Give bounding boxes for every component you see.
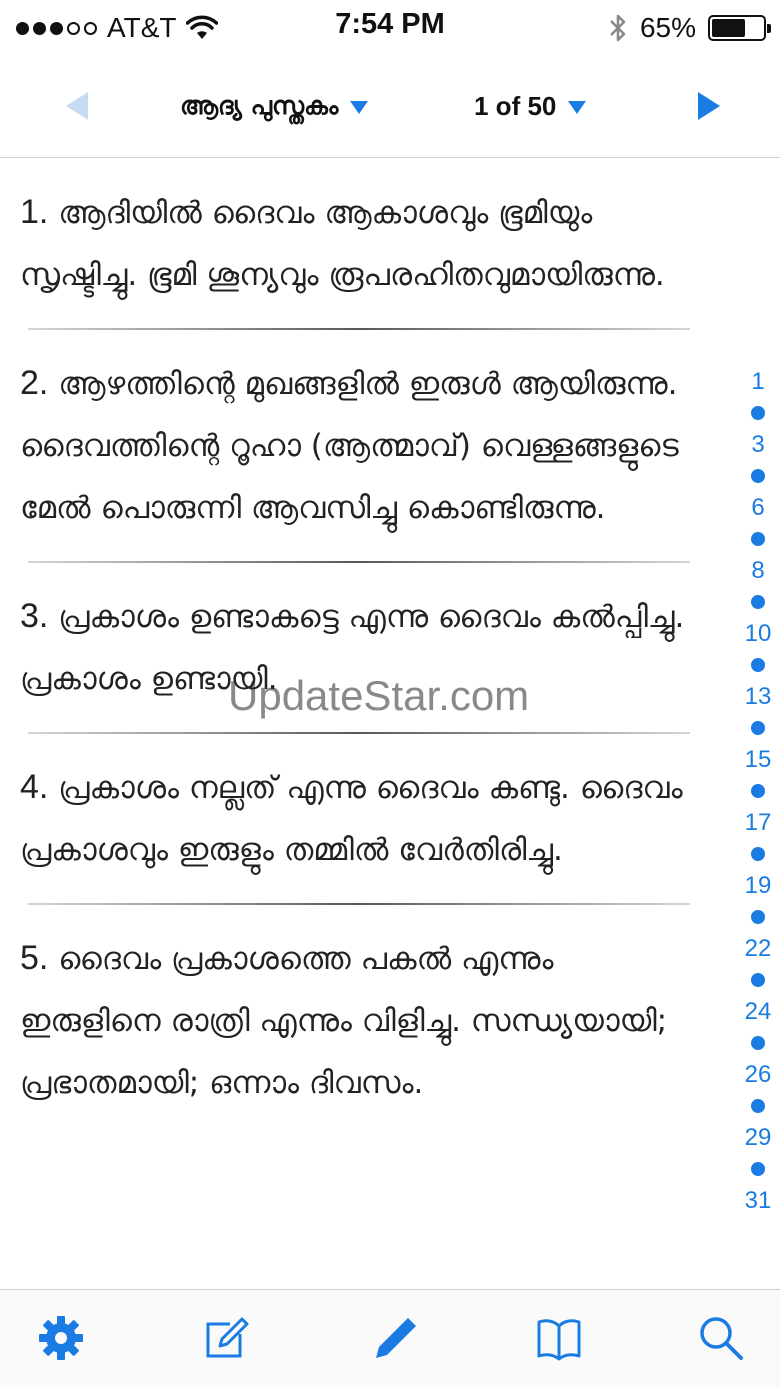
verse-number: 3. [20, 597, 49, 635]
verse-index-item[interactable]: 13 [745, 679, 772, 715]
verse-index[interactable]: 1 3 6 8 10 13 15 17 19 22 24 26 29 31 [736, 364, 780, 1219]
chapter-label: 1 of 50 [474, 90, 557, 121]
verse-index-item[interactable]: 1 [751, 364, 764, 400]
verse-index-item[interactable]: 31 [745, 1183, 772, 1219]
verse-index-item[interactable]: 15 [745, 742, 772, 778]
chevron-down-icon [568, 101, 587, 114]
nav-bar: ആദ്യ പുസ്തകം 1 of 50 [0, 56, 780, 158]
pencil-icon[interactable] [370, 1312, 422, 1364]
verse-text: ആഴത്തിന്റെ മുഖങ്ങളിൽ ഇരുൾ ആയിരുന്നു. ദൈവ… [20, 366, 679, 526]
battery-percent: 65% [639, 12, 696, 43]
verse-index-dot[interactable] [751, 532, 765, 546]
verse-index-dot[interactable] [751, 847, 765, 861]
chevron-down-icon [350, 101, 369, 114]
verse-index-dot[interactable] [751, 1036, 765, 1050]
verse-index-dot[interactable] [751, 1162, 765, 1176]
book-icon[interactable] [533, 1312, 585, 1364]
verse-number: 2. [20, 364, 49, 402]
verse-index-dot[interactable] [751, 784, 765, 798]
verse-index-dot[interactable] [751, 406, 765, 420]
verse-index-dot[interactable] [751, 595, 765, 609]
verse-index-item[interactable]: 10 [745, 616, 772, 652]
book-selector[interactable]: ആദ്യ പുസ്തകം [180, 84, 370, 128]
verse-index-item[interactable]: 6 [751, 490, 764, 526]
verse-item[interactable]: 3. പ്രകാശം ഉണ്ടാകട്ടെ എന്നു ദൈവം കൽപ്പിച… [0, 563, 730, 732]
tab-bar [0, 1289, 780, 1387]
chapter-selector[interactable]: 1 of 50 [474, 84, 588, 128]
verse-item[interactable]: 4. പ്രകാശം നല്ലത് എന്നു ദൈവം കണ്ടു. ദൈവം… [0, 734, 730, 903]
bluetooth-icon [610, 14, 626, 42]
verse-index-item[interactable]: 29 [745, 1120, 772, 1156]
battery-icon [708, 15, 771, 41]
verse-index-dot[interactable] [751, 1099, 765, 1113]
chevron-right-icon[interactable] [688, 86, 728, 126]
verse-index-dot[interactable] [751, 973, 765, 987]
verse-text: പ്രകാശം ഉണ്ടാകട്ടെ എന്നു ദൈവം കൽപ്പിച്ചു… [20, 599, 685, 697]
book-title: ആദ്യ പുസ്തകം [180, 91, 339, 120]
verse-list[interactable]: 1. ആദിയിൽ ദൈവം ആകാശവും ഭൂമിയും സൃഷ്ടിച്ച… [0, 159, 730, 1289]
verse-index-item[interactable]: 22 [745, 931, 772, 967]
verse-item[interactable]: 5. ദൈവം പ്രകാശത്തെ പകൽ എന്നും ഇരുളിനെ രാ… [0, 905, 730, 1136]
verse-index-item[interactable]: 24 [745, 994, 772, 1030]
status-bar: AT&T 7:54 PM 65% [0, 0, 780, 56]
battery-fill [712, 19, 745, 37]
verse-index-dot[interactable] [751, 910, 765, 924]
verse-index-dot[interactable] [751, 469, 765, 483]
gear-icon[interactable] [35, 1312, 87, 1364]
verse-index-item[interactable]: 19 [745, 868, 772, 904]
verse-number: 5. [20, 939, 49, 977]
verse-index-item[interactable]: 3 [751, 427, 764, 463]
verse-index-item[interactable]: 8 [751, 553, 764, 589]
verse-text: ആദിയിൽ ദൈവം ആകാശവും ഭൂമിയും സൃഷ്ടിച്ചു. … [20, 195, 665, 293]
verse-text: ദൈവം പ്രകാശത്തെ പകൽ എന്നും ഇരുളിനെ രാത്ര… [20, 941, 668, 1101]
verse-index-dot[interactable] [751, 658, 765, 672]
verse-number: 4. [20, 768, 49, 806]
verse-index-dot[interactable] [751, 721, 765, 735]
chevron-left-icon[interactable] [58, 86, 98, 126]
status-right: 65% [608, 10, 771, 46]
verse-item[interactable]: 2. ആഴത്തിന്റെ മുഖങ്ങളിൽ ഇരുൾ ആയിരുന്നു. … [0, 330, 730, 561]
verse-item[interactable]: 1. ആദിയിൽ ദൈവം ആകാശവും ഭൂമിയും സൃഷ്ടിച്ച… [0, 159, 730, 328]
verse-number: 1. [20, 193, 49, 231]
search-icon[interactable] [695, 1312, 747, 1364]
verse-index-item[interactable]: 26 [745, 1057, 772, 1093]
verse-index-item[interactable]: 17 [745, 805, 772, 841]
edit-note-icon[interactable] [200, 1312, 252, 1364]
verse-text: പ്രകാശം നല്ലത് എന്നു ദൈവം കണ്ടു. ദൈവം പ്… [20, 770, 683, 868]
